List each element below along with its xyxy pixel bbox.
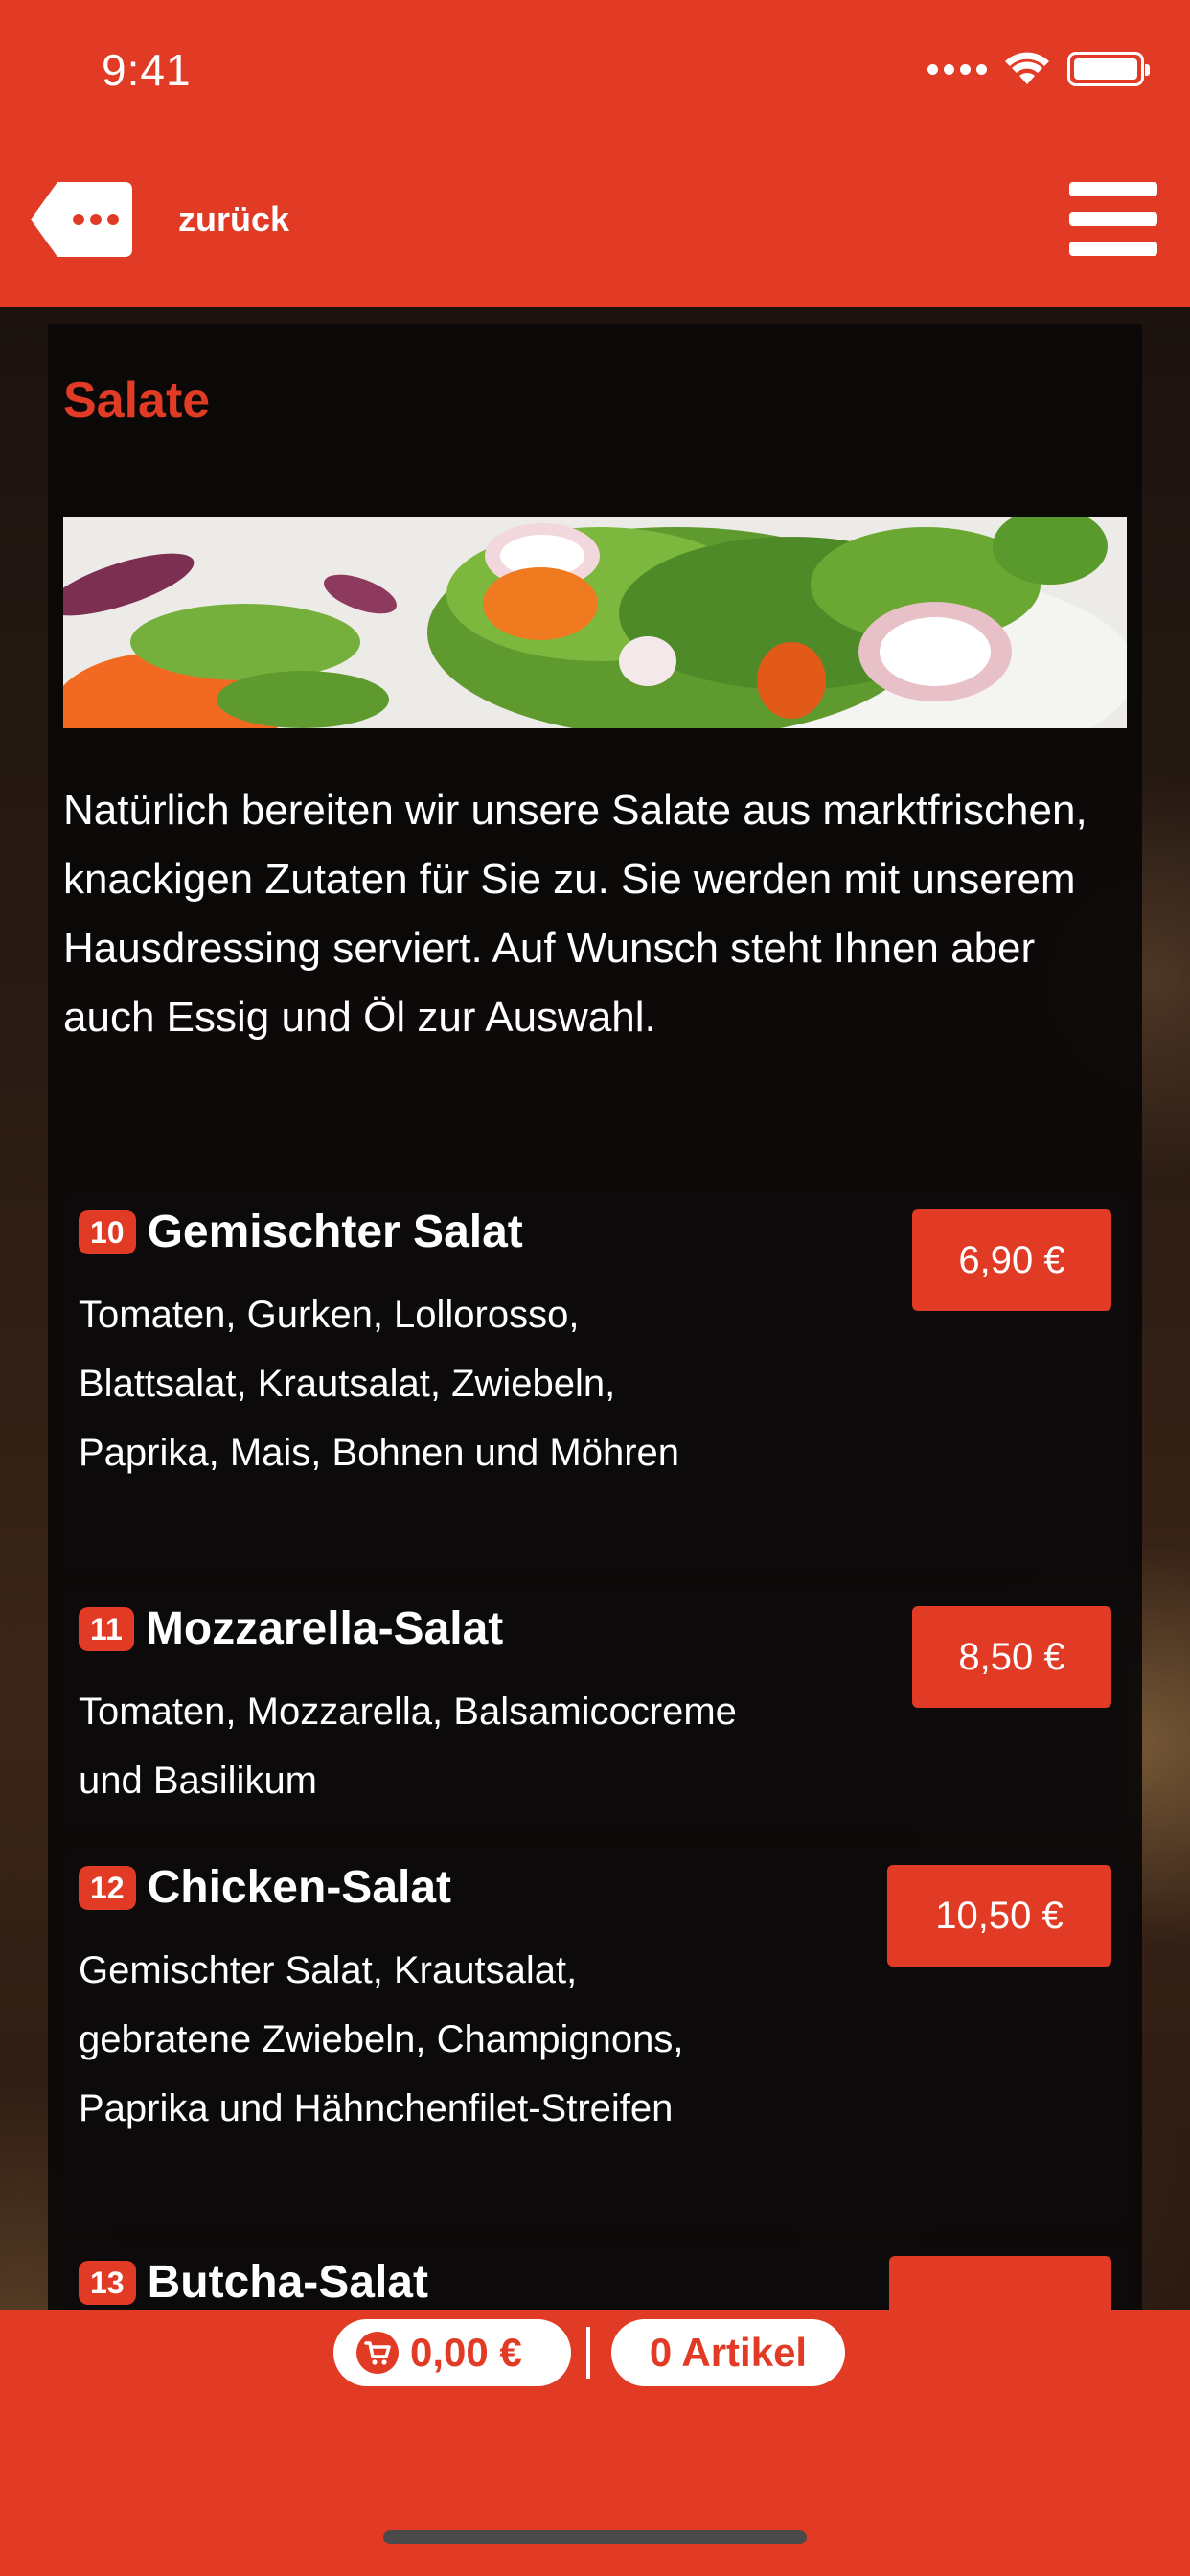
item-name: Butcha-Salat	[147, 2257, 428, 2308]
menu-item[interactable]: 11 Mozzarella-Salat Tomaten, Mozzarella,…	[63, 1589, 1127, 1828]
cart-item-count: 0 Artikel	[649, 2330, 808, 2375]
cart-divider	[586, 2327, 590, 2379]
cart-amount: 0,00 €	[410, 2330, 522, 2375]
item-description: Gemischter Salat, Krautsalat, gebratene …	[79, 1949, 684, 2129]
menu-section-card: Salate Natürlich bereiten wir unsere Sal…	[48, 324, 1142, 2310]
cart-icon	[356, 2332, 399, 2374]
cart-items-button[interactable]: 0 Artikel	[611, 2319, 845, 2386]
status-icons	[927, 52, 1150, 86]
item-number-badge: 11	[79, 1606, 134, 1651]
back-button[interactable]: zurück	[29, 180, 289, 259]
back-label: zurück	[178, 199, 290, 239]
item-name: Chicken-Salat	[147, 1862, 452, 1913]
item-number-badge: 10	[79, 1209, 136, 1254]
menu-item[interactable]: 13 Butcha-Salat	[63, 2242, 1127, 2310]
add-to-cart-price-button[interactable]: 6,90 €	[912, 1209, 1111, 1311]
menu-icon[interactable]	[1069, 182, 1157, 257]
status-time: 9:41	[102, 45, 192, 95]
back-tag-icon	[29, 180, 134, 259]
item-description: Tomaten, Gurken, Lollorosso, Blattsalat,…	[79, 1294, 680, 1474]
item-name: Mozzarella-Salat	[145, 1603, 504, 1654]
salad-hero-image	[63, 518, 1127, 728]
signal-icon	[927, 63, 987, 75]
top-bar: 9:41 zurück	[0, 0, 1190, 307]
item-number-badge: 12	[79, 1865, 136, 1910]
add-to-cart-price-button[interactable]	[889, 2256, 1111, 2310]
menu-item[interactable]: 10 Gemischter Salat Tomaten, Gurken, Lol…	[63, 1192, 1127, 1574]
item-name: Gemischter Salat	[147, 1207, 523, 1257]
menu-item[interactable]: 12 Chicken-Salat Gemischter Salat, Kraut…	[63, 1848, 1127, 2227]
wifi-icon	[1005, 52, 1049, 84]
section-intro: Natürlich bereiten wir unsere Salate aus…	[63, 787, 1087, 1041]
add-to-cart-price-button[interactable]: 10,50 €	[887, 1865, 1111, 1966]
battery-icon	[1067, 52, 1150, 86]
home-indicator	[383, 2530, 807, 2544]
cart-total-button[interactable]: 0,00 €	[333, 2319, 571, 2386]
item-description: Tomaten, Mozzarella, Balsamicocreme und …	[79, 1690, 737, 1802]
item-number-badge: 13	[79, 2260, 136, 2305]
section-title: Salate	[63, 373, 211, 428]
add-to-cart-price-button[interactable]: 8,50 €	[912, 1606, 1111, 1708]
